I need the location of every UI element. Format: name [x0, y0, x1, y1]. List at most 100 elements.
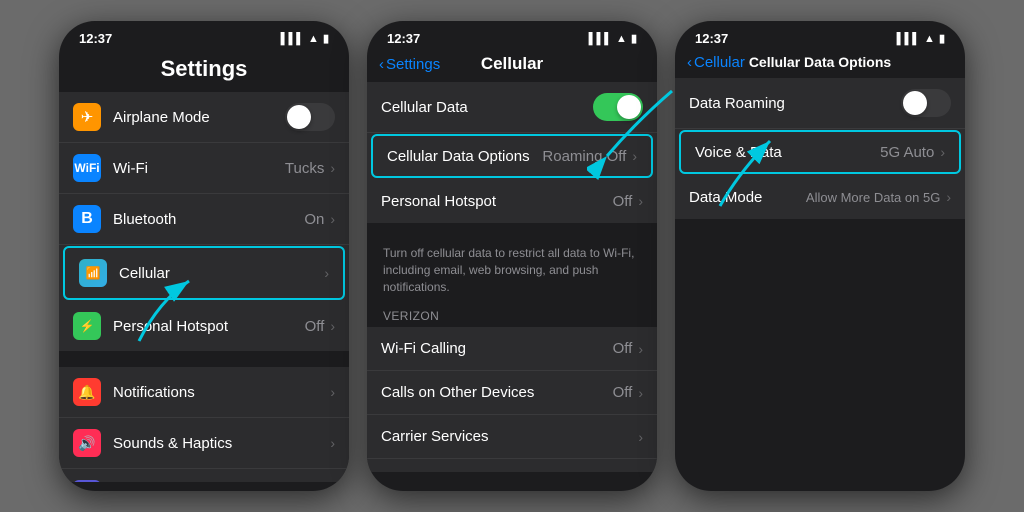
- screen-content-1: ✈ Airplane Mode WiFi Wi-Fi Tucks › B Blu…: [59, 92, 349, 482]
- phone-3-screen: 12:37 ▌▌▌ ▲ ▮ ‹ Cellular Cellular Data O…: [675, 21, 965, 491]
- wifi-status-icon-2: ▲: [616, 33, 627, 45]
- bluetooth-label: Bluetooth: [113, 211, 304, 228]
- data-mode-chevron: ›: [946, 189, 951, 205]
- wifi-row[interactable]: WiFi Wi-Fi Tucks ›: [59, 143, 349, 194]
- phone-2-screen: 12:37 ▌▌▌ ▲ ▮ ‹ Settings Cellular Cellul…: [367, 21, 657, 491]
- status-bar-1: 12:37 ▌▌▌ ▲ ▮: [59, 21, 349, 50]
- data-mode-label: Data Mode: [689, 189, 806, 206]
- back-chevron-2: ‹: [379, 56, 384, 73]
- hotspot-label: Personal Hotspot: [113, 318, 305, 335]
- data-roaming-label: Data Roaming: [689, 95, 901, 112]
- battery-icon: ▮: [323, 32, 329, 45]
- page-title-1: Settings: [161, 56, 248, 81]
- wifi-chevron: ›: [330, 160, 335, 176]
- toggle-knob-3: [903, 91, 927, 115]
- notifications-row[interactable]: 🔔 Notifications ›: [59, 367, 349, 418]
- status-icons-1: ▌▌▌ ▲ ▮: [281, 32, 329, 45]
- personal-hotspot-label-2: Personal Hotspot: [381, 193, 613, 210]
- data-mode-value: Allow More Data on 5G: [806, 190, 940, 205]
- phone-1: 12:37 ▌▌▌ ▲ ▮ Settings ✈ Airplane Mode: [59, 21, 349, 491]
- status-icons-3: ▌▌▌ ▲ ▮: [897, 32, 945, 45]
- data-options-group: Data Roaming Voice & Data 5G Auto › Data…: [675, 78, 965, 219]
- hotspot-row[interactable]: ⚡ Personal Hotspot Off ›: [59, 301, 349, 351]
- back-button-3[interactable]: ‹ Cellular: [687, 54, 745, 71]
- nav-title-2: Cellular: [481, 54, 543, 74]
- settings-title-bar: Settings: [59, 50, 349, 92]
- time-1: 12:37: [79, 31, 112, 46]
- data-mode-row[interactable]: Data Mode Allow More Data on 5G ›: [675, 175, 965, 219]
- nav-bar-3: ‹ Cellular Cellular Data Options: [675, 50, 965, 78]
- status-bar-2: 12:37 ▌▌▌ ▲ ▮: [367, 21, 657, 50]
- data-roaming-row[interactable]: Data Roaming: [675, 78, 965, 129]
- time-2: 12:37: [387, 31, 420, 46]
- airplane-label: Airplane Mode: [113, 109, 285, 126]
- settings-group-1: ✈ Airplane Mode WiFi Wi-Fi Tucks › B Blu…: [59, 92, 349, 351]
- calls-other-label: Calls on Other Devices: [381, 384, 613, 401]
- sounds-chevron: ›: [330, 435, 335, 451]
- sim-pin-row[interactable]: SIM PIN ›: [367, 459, 657, 472]
- voice-data-chevron: ›: [940, 144, 945, 160]
- signal-icon: ▌▌▌: [281, 33, 304, 45]
- cellular-desc: Turn off cellular data to restrict all d…: [367, 239, 657, 305]
- notifications-label: Notifications: [113, 384, 330, 401]
- back-label-2: Settings: [386, 56, 440, 73]
- sounds-label: Sounds & Haptics: [113, 435, 330, 452]
- voice-data-value: 5G Auto: [880, 144, 934, 161]
- sounds-icon: 🔊: [73, 429, 101, 457]
- carrier-services-row[interactable]: Carrier Services ›: [367, 415, 657, 459]
- verizon-label: VERIZON: [367, 305, 657, 327]
- personal-hotspot-value-2: Off: [613, 193, 633, 210]
- data-roaming-toggle[interactable]: [901, 89, 951, 117]
- cellular-group-2: Wi-Fi Calling Off › Calls on Other Devic…: [367, 327, 657, 472]
- airplane-icon: ✈: [73, 103, 101, 131]
- personal-hotspot-row-2[interactable]: Personal Hotspot Off ›: [367, 179, 657, 223]
- calls-other-value: Off: [613, 384, 633, 401]
- voice-data-label: Voice & Data: [695, 144, 880, 161]
- screen-content-2: Cellular Data Cellular Data Options Roam…: [367, 82, 657, 472]
- back-label-3: Cellular: [694, 54, 745, 71]
- status-icons-2: ▌▌▌ ▲ ▮: [589, 32, 637, 45]
- cellular-data-options-row[interactable]: Cellular Data Options Roaming Off ›: [371, 134, 653, 178]
- time-3: 12:37: [695, 31, 728, 46]
- cellular-data-toggle[interactable]: [593, 93, 643, 121]
- sounds-row[interactable]: 🔊 Sounds & Haptics ›: [59, 418, 349, 469]
- battery-icon-3: ▮: [939, 32, 945, 45]
- calls-other-chevron: ›: [638, 385, 643, 401]
- wifi-icon: ▲: [308, 33, 319, 45]
- signal-icon-2: ▌▌▌: [589, 33, 612, 45]
- wifi-calling-chevron: ›: [638, 341, 643, 357]
- wifi-icon: WiFi: [73, 154, 101, 182]
- phone-2: 12:37 ▌▌▌ ▲ ▮ ‹ Settings Cellular Cellul…: [367, 21, 657, 491]
- back-button-2[interactable]: ‹ Settings: [379, 56, 440, 73]
- notifications-chevron: ›: [330, 384, 335, 400]
- cellular-data-options-chevron: ›: [632, 148, 637, 164]
- cellular-row[interactable]: 📶 Cellular ›: [63, 246, 345, 300]
- cellular-data-options-label: Cellular Data Options: [387, 148, 542, 165]
- wifi-calling-label: Wi-Fi Calling: [381, 340, 613, 357]
- wifi-status-icon-3: ▲: [924, 33, 935, 45]
- cellular-data-label: Cellular Data: [381, 99, 593, 116]
- airplane-toggle[interactable]: [285, 103, 335, 131]
- donotdisturb-icon: 🌙: [73, 480, 101, 482]
- bluetooth-icon: B: [73, 205, 101, 233]
- wifi-calling-row[interactable]: Wi-Fi Calling Off ›: [367, 327, 657, 371]
- hotspot-chevron: ›: [330, 318, 335, 334]
- bluetooth-row[interactable]: B Bluetooth On ›: [59, 194, 349, 245]
- calls-other-row[interactable]: Calls on Other Devices Off ›: [367, 371, 657, 415]
- toggle-knob-2: [617, 95, 641, 119]
- voice-data-row[interactable]: Voice & Data 5G Auto ›: [679, 130, 961, 174]
- personal-hotspot-chevron-2: ›: [638, 193, 643, 209]
- cellular-data-row[interactable]: Cellular Data: [367, 82, 657, 133]
- nav-title-3: Cellular Data Options: [749, 54, 891, 70]
- signal-icon-3: ▌▌▌: [897, 33, 920, 45]
- donotdisturb-row[interactable]: 🌙 Do Not Disturb ›: [59, 469, 349, 482]
- cellular-icon: 📶: [79, 259, 107, 287]
- carrier-services-label: Carrier Services: [381, 428, 638, 445]
- nav-bar-2: ‹ Settings Cellular: [367, 50, 657, 82]
- wifi-value: Tucks: [285, 160, 324, 177]
- hotspot-icon: ⚡: [73, 312, 101, 340]
- hotspot-value: Off: [305, 318, 325, 335]
- wifi-label: Wi-Fi: [113, 160, 285, 177]
- toggle-knob: [287, 105, 311, 129]
- airplane-mode-row[interactable]: ✈ Airplane Mode: [59, 92, 349, 143]
